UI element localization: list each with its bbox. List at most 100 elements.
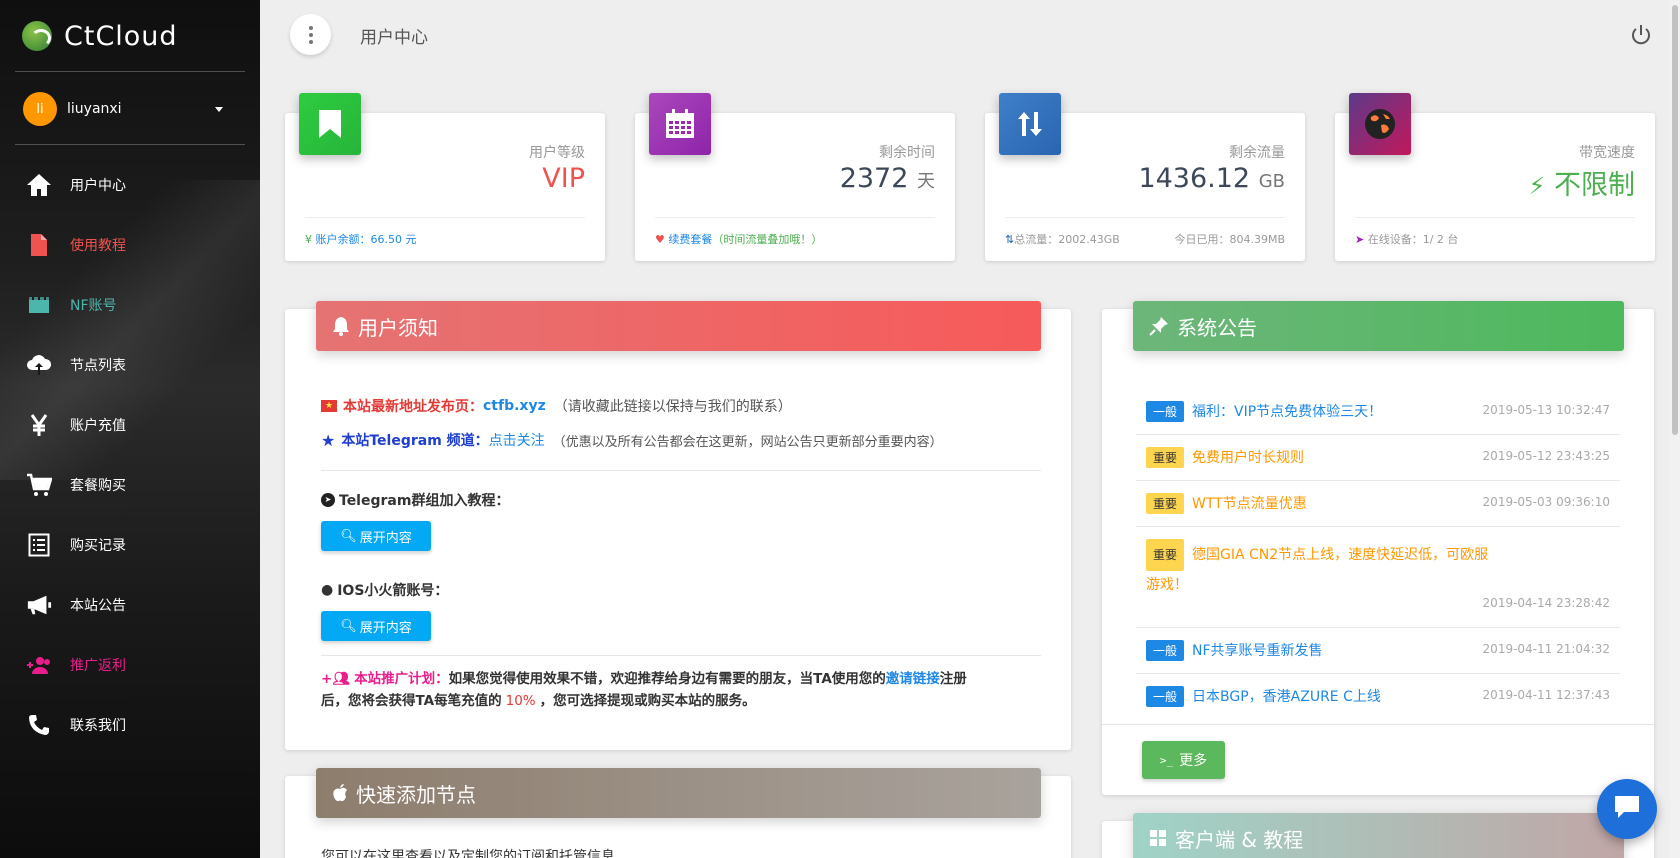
announcement-date: 2019-05-12 23:43:25 [1482,449,1610,463]
promo-percent: 10% [505,693,536,709]
yen-small-icon: ¥ [305,233,316,246]
promo-text: ，您可选择提现或购买本站的服务。 [539,693,756,709]
transfer-arrows-icon [999,93,1061,155]
invite-link[interactable]: 邀请链接 [886,671,940,687]
stat-label: 剩余流量 [1229,145,1285,161]
sidebar-item-nf-account[interactable]: NF账号 [0,275,260,335]
sidebar-toggle-button[interactable] [290,14,331,55]
stat-card-level: 用户等级 VIP ¥ 账户余额：66.50 元 [285,93,605,261]
terminal-icon: >_ [1159,753,1174,767]
divider [15,71,245,72]
traffic-unit: GB [1258,171,1285,192]
promo-text: 注册 [939,671,967,687]
tag-badge: 重要 [1146,539,1185,571]
announcement-date: 2019-05-03 09:36:10 [1482,495,1610,509]
yen-icon [26,412,52,438]
sidebar-item-recharge[interactable]: 账户充值 [0,395,260,455]
zoom-icon: 🔍︎ [340,618,357,634]
announcement-date: 2019-04-14 23:28:42 [1482,596,1610,610]
sidebar-item-purchase[interactable]: 套餐购买 [0,455,260,515]
tag-badge: 一般 [1146,686,1185,707]
megaphone-icon [26,592,52,618]
traffic-value: 1436.12 [1138,163,1251,194]
sidebar-item-contact[interactable]: 联系我们 [0,695,260,755]
apple-icon [332,783,348,803]
heart-icon: ♥ [655,233,669,246]
scrollbar[interactable] [1670,0,1680,858]
avatar: li [23,92,57,126]
promo-label: 本站推广计划： [354,671,449,687]
caret-down-icon [215,106,223,112]
flag-icon: ★ [321,400,337,412]
windows-icon [1149,829,1167,847]
document-icon [26,232,52,258]
stat-value: 1436.12 GB [1138,163,1285,194]
announcement-item-title[interactable]: 免费用户时长规则 [1192,450,1304,466]
brand[interactable]: CtCloud [22,16,178,56]
sidebar-item-announcements[interactable]: 本站公告 [0,575,260,635]
scrollbar-thumb[interactable] [1672,5,1678,435]
quick-add-card: 快速添加节点 您可以在这里查看以及定制您的订阅和托管信息 [285,768,1071,858]
user-dropdown[interactable]: li liuyanxi [23,92,223,126]
referral-promo: +👥︎ 本站推广计划：如果您觉得使用效果不错，欢迎推荐给身边有需要的朋友，当TA… [321,668,1041,712]
announcement-item[interactable]: 一般 日本BGP，香港AZURE C上线 2019-04-11 12:37:43 [1136,674,1620,719]
sidebar-item-label: 使用教程 [70,238,126,254]
sidebar-item-referral[interactable]: 推广返利 [0,635,260,695]
sidebar-item-tutorial[interactable]: 使用教程 [0,215,260,275]
announcement-item[interactable]: 重要 德国GIA CN2节点上线，速度快延迟低，可欧服游戏！ 2019-04-14… [1136,527,1620,628]
notice-body: ★ 本站最新地址发布页： ctfb.xyz （请收藏此链接以保持与我们的联系） … [321,389,1041,712]
sidebar-item-label: 推广返利 [70,658,126,674]
announcement-item[interactable]: 一般 NF共享账号重新发售 2019-04-11 21:04:32 [1136,628,1620,674]
announcement-item[interactable]: 一般 福利：VIP节点免费体验三天！ 2019-05-13 10:32:47 [1136,389,1620,435]
announcement-item[interactable]: 重要 WTT节点流量优惠 2019-05-03 09:36:10 [1136,481,1620,527]
divider [321,470,1041,471]
brand-name: CtCloud [64,20,178,52]
client-card: 客户端 & 教程 [1102,813,1654,858]
film-icon [26,292,52,318]
logo-icon [22,21,52,51]
notice-line-telegram: ★ 本站Telegram 频道： 点击关注 （优惠以及所有公告都会在这更新，网站… [321,423,1041,457]
send-icon: ➤ [1355,233,1368,246]
bookmark-icon [299,93,361,155]
divider [15,144,245,145]
expand-wrapper: 🔍︎ 展开内容 [321,611,1041,641]
sidebar-item-orders[interactable]: 购买记录 [0,515,260,575]
today-used: 今日已用：804.39MB [1174,233,1285,246]
announcement-item-title[interactable]: 福利：VIP节点免费体验三天！ [1192,404,1382,420]
quick-add-text: 您可以在这里查看以及定制您的订阅和托管信息 [321,849,615,858]
logout-power-icon[interactable] [1630,24,1652,46]
stat-card-time: 剩余时间 2372 天 ♥ 续费套餐（时间流量叠加哦！） [635,93,955,261]
globe-icon [1349,93,1411,155]
telegram-hint: （优惠以及所有公告都会在这更新，网站公告只更新部分重要内容） [552,434,943,450]
expand-button[interactable]: 🔍︎ 展开内容 [321,611,431,641]
ios-account-title: ● IOS小火箭账号： [321,573,1041,607]
page-title: 用户中心 [360,28,428,48]
sidebar-item-user-center[interactable]: 用户中心 [0,155,260,215]
tag-badge: 重要 [1146,447,1185,468]
bolt-icon: ⚡ [1528,172,1546,200]
address-link[interactable]: ctfb.xyz [483,398,546,414]
promo-text: 后，您将会获得TA每笔充值的 [321,693,502,709]
stat-label: 剩余时间 [879,145,935,161]
sidebar-item-label: 用户中心 [70,178,126,194]
announcement-item-title[interactable]: NF共享账号重新发售 [1192,643,1323,659]
sidebar-item-label: 节点列表 [70,358,126,374]
announcement-item[interactable]: 重要 免费用户时长规则 2019-05-12 23:43:25 [1136,435,1620,481]
announcement-item-title[interactable]: 日本BGP，香港AZURE C上线 [1192,689,1381,705]
more-button[interactable]: >_ 更多 [1142,741,1225,779]
expand-label: 展开内容 [359,620,412,636]
sidebar-item-label: 账户充值 [70,418,126,434]
announcement-item-title[interactable]: 德国GIA CN2节点上线，速度快延迟低，可欧服游戏！ [1146,547,1488,593]
expand-button[interactable]: 🔍︎ 展开内容 [321,521,431,551]
sidebar-item-label: NF账号 [70,298,117,314]
telegram-follow-link[interactable]: 点击关注 [489,430,545,450]
announcement-item-title[interactable]: WTT节点流量优惠 [1192,496,1307,512]
user-name: liuyanxi [67,101,122,117]
plus-icon: + [321,671,333,687]
chat-button[interactable] [1597,779,1657,839]
renew-link[interactable]: 续费套餐 [668,233,712,246]
sidebar-item-nodes[interactable]: 节点列表 [0,335,260,395]
stat-value: VIP [542,163,585,194]
expand-label: 展开内容 [359,530,412,546]
notice-header: 用户须知 [316,301,1041,351]
